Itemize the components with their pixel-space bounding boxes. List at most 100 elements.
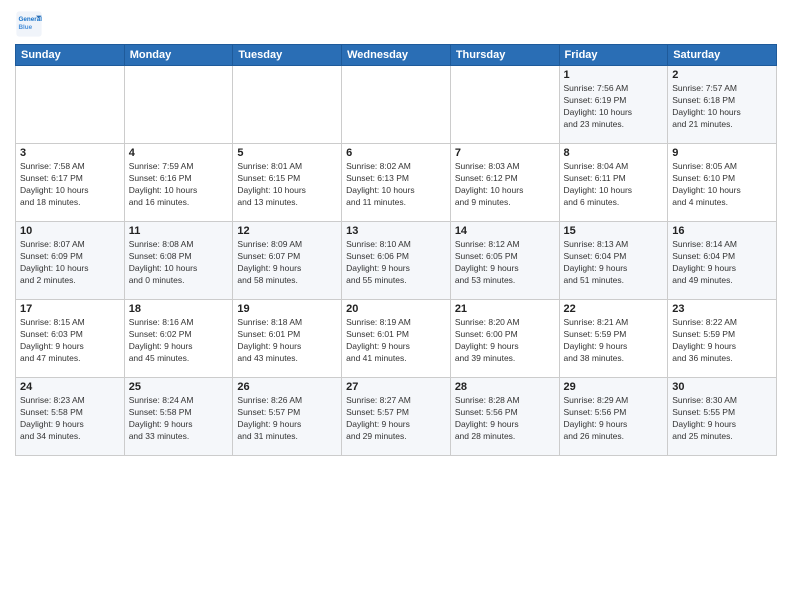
day-info: Sunrise: 8:04 AMSunset: 6:11 PMDaylight:… [564, 161, 664, 209]
calendar-cell: 1 Sunrise: 7:56 AMSunset: 6:19 PMDaylight… [559, 66, 668, 144]
day-number: 12 [237, 225, 337, 237]
calendar-cell [124, 66, 233, 144]
day-number: 1 [564, 69, 664, 81]
day-info: Sunrise: 8:23 AMSunset: 5:58 PMDaylight:… [20, 395, 120, 443]
calendar-week-5: 24 Sunrise: 8:23 AMSunset: 5:58 PMDayligh… [16, 378, 777, 456]
calendar-cell: 7 Sunrise: 8:03 AMSunset: 6:12 PMDaylight… [450, 144, 559, 222]
calendar-week-4: 17Sunrise: 8:15 AMSunset: 6:03 PMDayligh… [16, 300, 777, 378]
page: General Blue SundayMondayTuesdayWednesda… [0, 0, 792, 612]
calendar-cell [342, 66, 451, 144]
day-info: Sunrise: 7:58 AMSunset: 6:17 PMDaylight:… [20, 161, 120, 209]
calendar-cell: 16 Sunrise: 8:14 AMSunset: 6:04 PMDayligh… [668, 222, 777, 300]
day-info: Sunrise: 8:03 AMSunset: 6:12 PMDaylight:… [455, 161, 555, 209]
day-info: Sunrise: 8:19 AMSunset: 6:01 PMDaylight:… [346, 317, 446, 365]
day-info: Sunrise: 8:14 AMSunset: 6:04 PMDaylight:… [672, 239, 772, 287]
calendar-cell: 12 Sunrise: 8:09 AMSunset: 6:07 PMDayligh… [233, 222, 342, 300]
calendar-cell: 15 Sunrise: 8:13 AMSunset: 6:04 PMDayligh… [559, 222, 668, 300]
weekday-header-row: SundayMondayTuesdayWednesdayThursdayFrid… [16, 45, 777, 66]
weekday-header-thursday: Thursday [450, 45, 559, 66]
calendar-cell: 26 Sunrise: 8:26 AMSunset: 5:57 PMDayligh… [233, 378, 342, 456]
header-section: General Blue [15, 10, 777, 38]
calendar-cell: 4 Sunrise: 7:59 AMSunset: 6:16 PMDaylight… [124, 144, 233, 222]
calendar-table: SundayMondayTuesdayWednesdayThursdayFrid… [15, 44, 777, 456]
day-info: Sunrise: 8:05 AMSunset: 6:10 PMDaylight:… [672, 161, 772, 209]
calendar-week-2: 3 Sunrise: 7:58 AMSunset: 6:17 PMDaylight… [16, 144, 777, 222]
calendar-cell [233, 66, 342, 144]
day-number: 15 [564, 225, 664, 237]
calendar-cell: 13 Sunrise: 8:10 AMSunset: 6:06 PMDayligh… [342, 222, 451, 300]
day-info: Sunrise: 8:22 AMSunset: 5:59 PMDaylight:… [672, 317, 772, 365]
day-info: Sunrise: 8:28 AMSunset: 5:56 PMDaylight:… [455, 395, 555, 443]
day-number: 30 [672, 381, 772, 393]
weekday-header-tuesday: Tuesday [233, 45, 342, 66]
day-number: 7 [455, 147, 555, 159]
day-info: Sunrise: 8:01 AMSunset: 6:15 PMDaylight:… [237, 161, 337, 209]
day-info: Sunrise: 8:20 AMSunset: 6:00 PMDaylight:… [455, 317, 555, 365]
day-info: Sunrise: 8:30 AMSunset: 5:55 PMDaylight:… [672, 395, 772, 443]
day-number: 10 [20, 225, 120, 237]
day-number: 14 [455, 225, 555, 237]
calendar-cell: 23 Sunrise: 8:22 AMSunset: 5:59 PMDayligh… [668, 300, 777, 378]
logo: General Blue [15, 10, 47, 38]
day-number: 26 [237, 381, 337, 393]
day-number: 3 [20, 147, 120, 159]
calendar-cell: 8 Sunrise: 8:04 AMSunset: 6:11 PMDaylight… [559, 144, 668, 222]
day-number: 8 [564, 147, 664, 159]
day-number: 13 [346, 225, 446, 237]
calendar-week-3: 10 Sunrise: 8:07 AMSunset: 6:09 PMDayligh… [16, 222, 777, 300]
day-number: 6 [346, 147, 446, 159]
calendar-cell [450, 66, 559, 144]
day-info: Sunrise: 8:16 AMSunset: 6:02 PMDaylight:… [129, 317, 229, 365]
calendar-cell: 14 Sunrise: 8:12 AMSunset: 6:05 PMDayligh… [450, 222, 559, 300]
calendar-cell: 29 Sunrise: 8:29 AMSunset: 5:56 PMDayligh… [559, 378, 668, 456]
calendar-cell: 21Sunrise: 8:20 AMSunset: 6:00 PMDayligh… [450, 300, 559, 378]
day-info: Sunrise: 8:24 AMSunset: 5:58 PMDaylight:… [129, 395, 229, 443]
logo-icon: General Blue [15, 10, 43, 38]
day-number: 16 [672, 225, 772, 237]
svg-text:Blue: Blue [19, 24, 33, 31]
calendar-cell: 11Sunrise: 8:08 AMSunset: 6:08 PMDayligh… [124, 222, 233, 300]
calendar-cell: 18Sunrise: 8:16 AMSunset: 6:02 PMDayligh… [124, 300, 233, 378]
day-number: 5 [237, 147, 337, 159]
calendar-cell: 24 Sunrise: 8:23 AMSunset: 5:58 PMDayligh… [16, 378, 125, 456]
day-info: Sunrise: 8:12 AMSunset: 6:05 PMDaylight:… [455, 239, 555, 287]
day-info: Sunrise: 8:08 AMSunset: 6:08 PMDaylight:… [129, 239, 229, 287]
day-info: Sunrise: 7:59 AMSunset: 6:16 PMDaylight:… [129, 161, 229, 209]
calendar-cell: 6Sunrise: 8:02 AMSunset: 6:13 PMDaylight… [342, 144, 451, 222]
weekday-header-sunday: Sunday [16, 45, 125, 66]
calendar-cell: 9Sunrise: 8:05 AMSunset: 6:10 PMDaylight… [668, 144, 777, 222]
weekday-header-saturday: Saturday [668, 45, 777, 66]
day-number: 23 [672, 303, 772, 315]
day-info: Sunrise: 8:26 AMSunset: 5:57 PMDaylight:… [237, 395, 337, 443]
calendar-cell: 22 Sunrise: 8:21 AMSunset: 5:59 PMDayligh… [559, 300, 668, 378]
calendar-cell: 30 Sunrise: 8:30 AMSunset: 5:55 PMDayligh… [668, 378, 777, 456]
weekday-header-monday: Monday [124, 45, 233, 66]
day-info: Sunrise: 8:21 AMSunset: 5:59 PMDaylight:… [564, 317, 664, 365]
day-info: Sunrise: 8:15 AMSunset: 6:03 PMDaylight:… [20, 317, 120, 365]
calendar-cell: 28 Sunrise: 8:28 AMSunset: 5:56 PMDayligh… [450, 378, 559, 456]
day-number: 28 [455, 381, 555, 393]
day-number: 29 [564, 381, 664, 393]
calendar-cell: 5 Sunrise: 8:01 AMSunset: 6:15 PMDaylight… [233, 144, 342, 222]
day-number: 27 [346, 381, 446, 393]
day-info: Sunrise: 8:10 AMSunset: 6:06 PMDaylight:… [346, 239, 446, 287]
day-info: Sunrise: 8:18 AMSunset: 6:01 PMDaylight:… [237, 317, 337, 365]
day-info: Sunrise: 8:27 AMSunset: 5:57 PMDaylight:… [346, 395, 446, 443]
day-number: 22 [564, 303, 664, 315]
day-info: Sunrise: 7:57 AMSunset: 6:18 PMDaylight:… [672, 83, 772, 131]
weekday-header-wednesday: Wednesday [342, 45, 451, 66]
day-info: Sunrise: 8:29 AMSunset: 5:56 PMDaylight:… [564, 395, 664, 443]
weekday-header-friday: Friday [559, 45, 668, 66]
day-info: Sunrise: 8:07 AMSunset: 6:09 PMDaylight:… [20, 239, 120, 287]
calendar-cell: 20 Sunrise: 8:19 AMSunset: 6:01 PMDayligh… [342, 300, 451, 378]
day-number: 24 [20, 381, 120, 393]
calendar-week-1: 1 Sunrise: 7:56 AMSunset: 6:19 PMDaylight… [16, 66, 777, 144]
day-info: Sunrise: 8:13 AMSunset: 6:04 PMDaylight:… [564, 239, 664, 287]
day-number: 2 [672, 69, 772, 81]
day-number: 4 [129, 147, 229, 159]
day-number: 20 [346, 303, 446, 315]
calendar-cell: 17Sunrise: 8:15 AMSunset: 6:03 PMDayligh… [16, 300, 125, 378]
calendar-cell [16, 66, 125, 144]
day-info: Sunrise: 7:56 AMSunset: 6:19 PMDaylight:… [564, 83, 664, 131]
day-info: Sunrise: 8:09 AMSunset: 6:07 PMDaylight:… [237, 239, 337, 287]
